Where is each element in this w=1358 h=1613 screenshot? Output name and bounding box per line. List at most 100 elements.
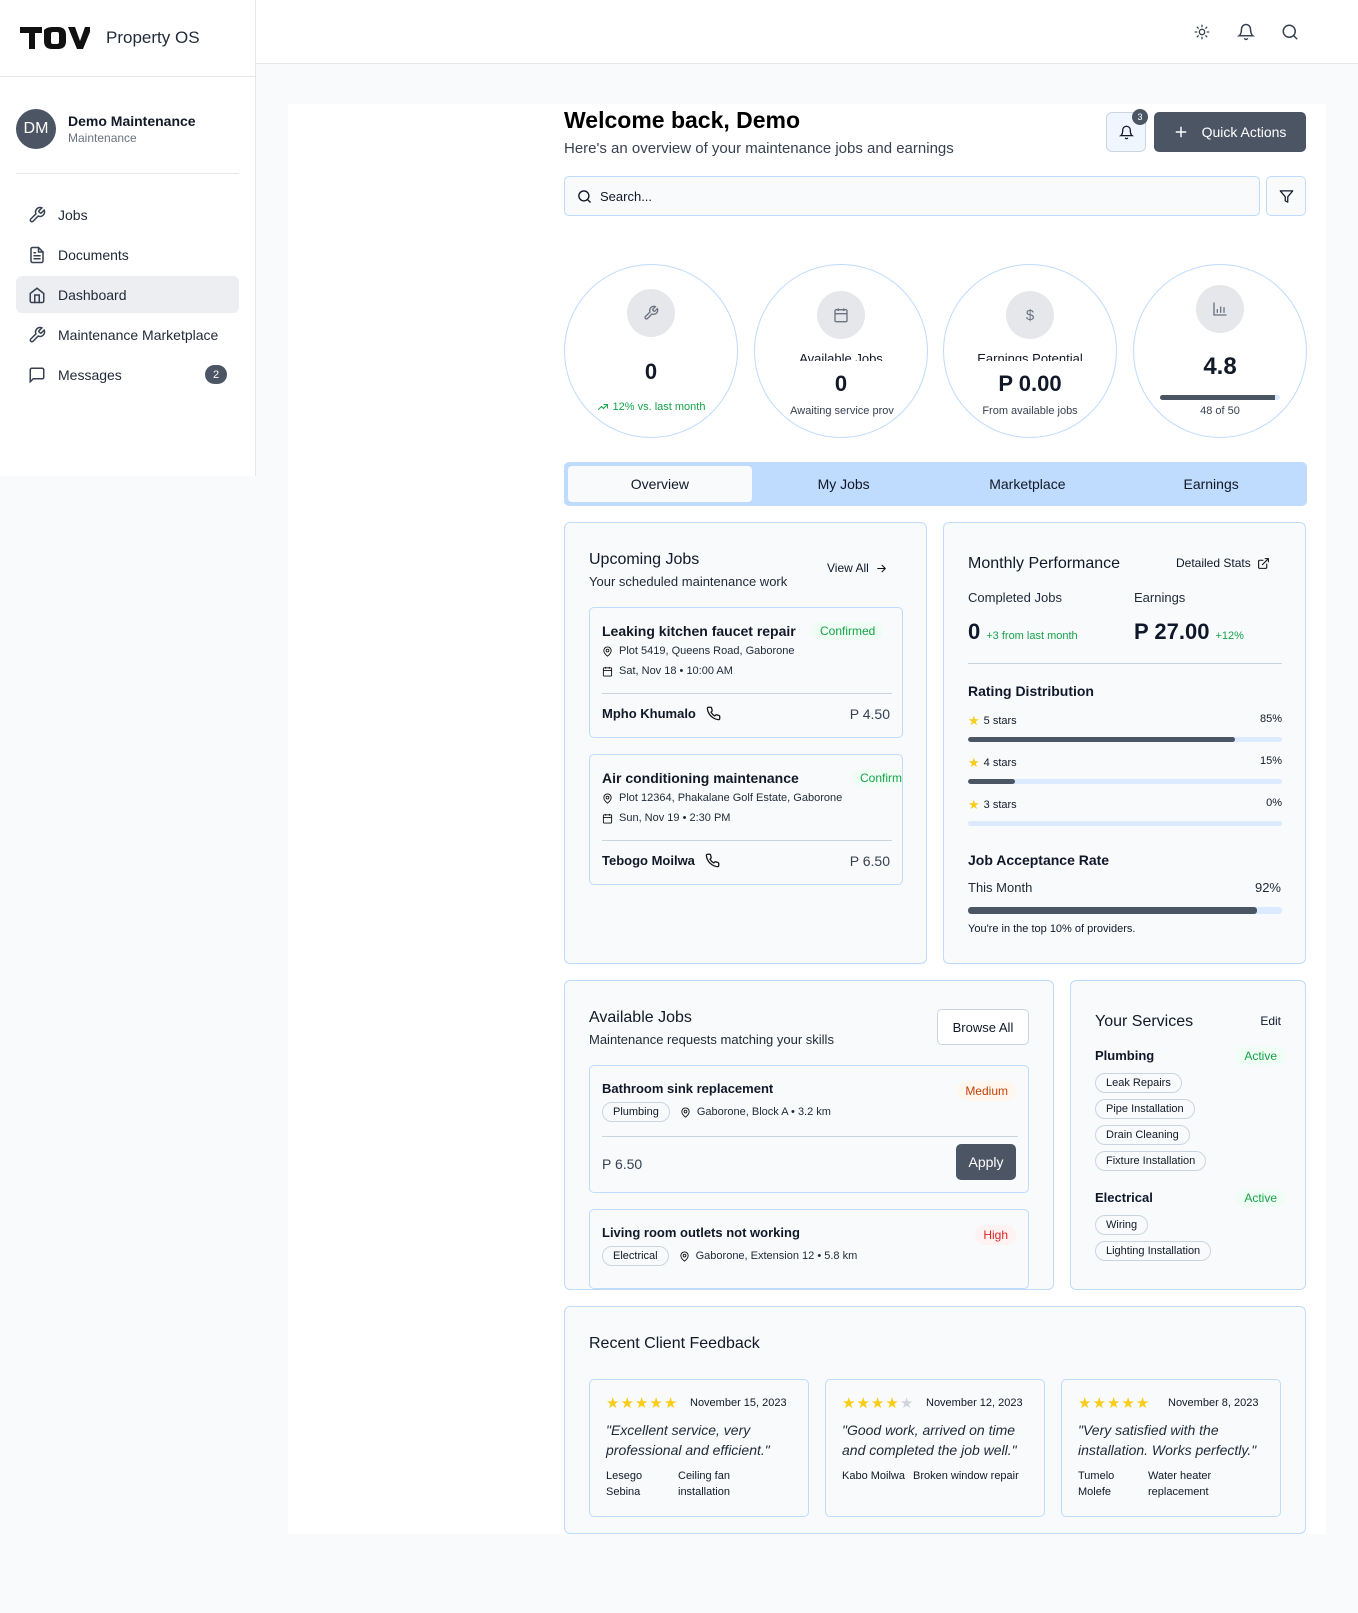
job-client: Tebogo Moilwa [602, 853, 720, 868]
feedback-job: Ceiling fan installation [678, 1470, 730, 1498]
star-icon: ★ [663, 1395, 678, 1412]
rating-distribution-title: Rating Distribution [968, 683, 1094, 699]
star-icon: ★ [1135, 1395, 1150, 1412]
wrench-icon [28, 206, 46, 224]
external-link-icon [1257, 557, 1270, 570]
job-datetime: Sat, Nov 18 • 10:00 AM [602, 665, 733, 677]
star-icon: ★ [606, 1395, 620, 1412]
divider [602, 1136, 1018, 1137]
client-feedback-card: Recent Client Feedback ★ ★ ★ ★ ★ November 15… [564, 1306, 1306, 1534]
phone-icon[interactable] [705, 853, 720, 868]
sidebar-item-marketplace[interactable]: Maintenance Marketplace [16, 316, 239, 353]
star-icon: ★ [968, 797, 980, 812]
detailed-stats-link[interactable]: Detailed Stats [1176, 556, 1270, 570]
star-icon: ★ [1092, 1395, 1106, 1412]
earnings-label: Earnings [1134, 590, 1186, 605]
stat-value: P 0.00 [998, 371, 1062, 396]
sidebar-item-jobs[interactable]: Jobs [16, 196, 239, 233]
browse-all-button[interactable]: Browse All [937, 1009, 1029, 1045]
tab-overview[interactable]: Overview [568, 466, 752, 502]
job-price: P 4.50 [849, 706, 890, 722]
feedback-client: Tumelo Molefe [1078, 1470, 1115, 1498]
search-input[interactable] [600, 188, 1220, 204]
avatar: DM [16, 109, 56, 149]
edit-services-button[interactable]: Edit [1260, 1014, 1281, 1028]
card-title: Available Jobs [589, 1009, 692, 1026]
job-location: Gaborone, Extension 12 • 5.8 km [679, 1250, 857, 1262]
filter-button[interactable] [1266, 176, 1306, 216]
rating-row: ★ 3 stars 0% [968, 797, 1282, 826]
rating-bar-fill [968, 737, 1235, 742]
trend-up-icon [597, 401, 609, 413]
sidebar-item-label: Dashboard [58, 286, 127, 303]
acceptance-bar [968, 907, 1282, 914]
completed-delta: +3 from last month [986, 630, 1078, 642]
calendar-icon [602, 666, 613, 677]
available-job-item[interactable]: Bathroom sink replacement Medium Plumbin… [589, 1065, 1029, 1193]
view-all-link[interactable]: View All [827, 561, 888, 575]
available-job-item[interactable]: Living room outlets not working High Ele… [589, 1209, 1029, 1289]
job-address: Plot 5419, Queens Road, Gaborone [602, 645, 795, 657]
rating-row: ★ 5 stars 85% [968, 713, 1282, 742]
stat-rating: 4.8 48 of 50 [1133, 264, 1307, 438]
service-tag: Pipe Installation [1095, 1099, 1195, 1119]
job-meta: Electrical Gaborone, Extension 12 • 5.8 … [602, 1246, 857, 1266]
topbar [256, 0, 1358, 64]
apply-button[interactable]: Apply [956, 1144, 1016, 1180]
acceptance-note: You're in the top 10% of providers. [968, 923, 1136, 935]
tab-my-jobs[interactable]: My Jobs [752, 466, 936, 502]
job-price: P 6.50 [602, 1156, 643, 1172]
stat-trend-label: 12% vs. last month [612, 401, 706, 413]
home-icon [28, 286, 46, 304]
user-profile[interactable]: DM Demo Maintenance Maintenance [0, 77, 255, 149]
category-tag: Plumbing [602, 1102, 670, 1122]
rating-percent: 15% [1259, 755, 1282, 767]
dollar-icon: $ [1006, 291, 1054, 339]
completed-label: Completed Jobs [968, 590, 1062, 605]
sidebar-item-dashboard[interactable]: Dashboard [16, 276, 239, 313]
stat-sub: From available jobs [982, 405, 1078, 417]
divider [968, 663, 1282, 664]
available-jobs-card: Available Jobs Maintenance requests matc… [564, 980, 1054, 1290]
feedback-job: Broken window repair [913, 1470, 1019, 1482]
star-icon: ★ [968, 713, 980, 728]
rating-row: ★ 4 stars 15% [968, 755, 1282, 784]
sidebar-item-messages[interactable]: Messages 2 [16, 356, 239, 393]
job-address-text: Plot 5419, Queens Road, Gaborone [619, 645, 795, 657]
messages-count-badge: 2 [205, 365, 227, 384]
rating-label: 5 stars [983, 715, 1017, 727]
detailed-stats-label: Detailed Stats [1176, 556, 1251, 570]
bell-icon[interactable] [1236, 22, 1256, 42]
phone-icon[interactable] [706, 706, 721, 721]
feedback-date: November 8, 2023 [1168, 1397, 1259, 1409]
rating-label: 3 stars [983, 799, 1017, 811]
quick-actions-button[interactable]: Quick Actions [1154, 112, 1306, 152]
view-all-label: View All [827, 561, 869, 575]
acceptance-label: This Month [968, 880, 1033, 895]
logo[interactable] [20, 25, 90, 51]
search-bar[interactable] [564, 176, 1260, 216]
tab-earnings[interactable]: Earnings [1119, 466, 1303, 502]
user-name: Demo Maintenance [68, 113, 196, 129]
job-title: Bathroom sink replacement [602, 1081, 774, 1096]
upcoming-job-item[interactable]: Leaking kitchen faucet repair Confirmed … [589, 607, 903, 738]
star-icon: ★ [649, 1395, 663, 1412]
sun-icon[interactable] [1192, 22, 1212, 42]
tab-marketplace[interactable]: Marketplace [936, 466, 1120, 502]
priority-badge: Medium [957, 1081, 1016, 1101]
page-title: Welcome back, Demo [564, 107, 801, 133]
star-rating: ★ ★ ★ ★ ★ [1078, 1396, 1149, 1411]
user-role: Maintenance [68, 131, 137, 145]
service-tag: Lighting Installation [1095, 1241, 1212, 1261]
star-icon: ★ [842, 1395, 856, 1412]
star-icon: ★ [1121, 1395, 1135, 1412]
wrench-icon [627, 289, 675, 337]
search-icon[interactable] [1280, 22, 1300, 42]
status-badge: Confirmed [812, 622, 884, 640]
star-icon: ★ [634, 1395, 649, 1412]
sidebar-item-documents[interactable]: Documents [16, 236, 239, 273]
upcoming-job-item[interactable]: Air conditioning maintenance Confirm Plo… [589, 754, 903, 885]
star-icon: ★ [870, 1395, 885, 1412]
stat-sub: Awaiting service prov [790, 405, 894, 417]
feedback-quote: "Very satisfied with the installation. W… [1078, 1422, 1257, 1458]
